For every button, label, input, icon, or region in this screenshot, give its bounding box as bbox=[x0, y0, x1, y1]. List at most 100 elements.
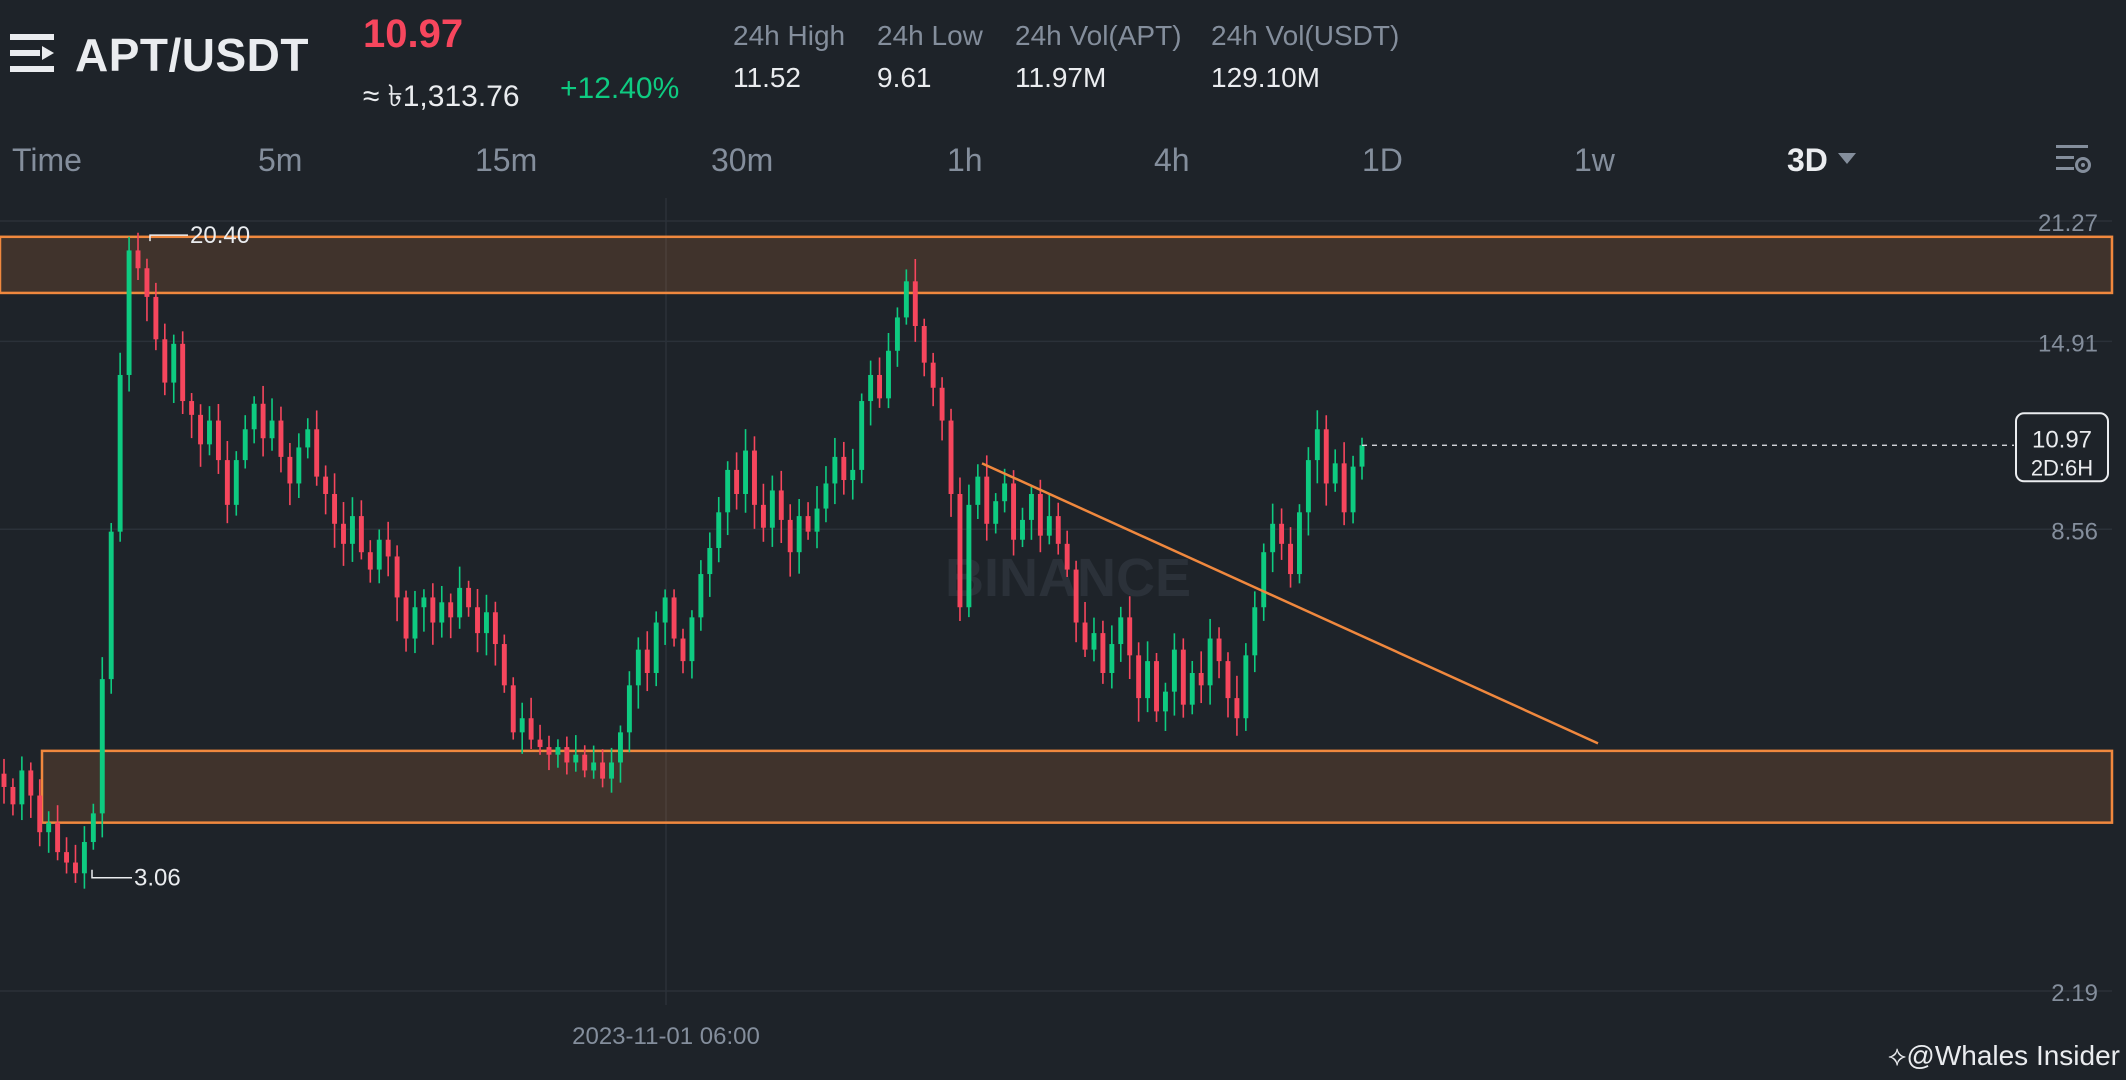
candle-body bbox=[528, 718, 534, 740]
candle-body bbox=[171, 343, 177, 383]
candle-body bbox=[671, 597, 677, 639]
candle-body bbox=[233, 460, 239, 505]
candle-body bbox=[626, 685, 632, 733]
candle-body bbox=[466, 587, 472, 608]
candle-body bbox=[966, 504, 972, 608]
candle-body bbox=[841, 456, 847, 481]
candle-body bbox=[510, 685, 516, 733]
candle-body bbox=[975, 476, 981, 505]
candle-body bbox=[1252, 607, 1258, 656]
candle-body bbox=[224, 460, 230, 505]
candlestick-chart[interactable]: BINANCE 21.2714.918.562.192023-11-01 06:… bbox=[0, 0, 2126, 1080]
candle-body bbox=[689, 617, 695, 662]
candle-body bbox=[1332, 463, 1338, 484]
candle-body bbox=[546, 747, 552, 755]
candle-body bbox=[1136, 655, 1142, 699]
candle-body bbox=[555, 747, 561, 755]
candle-body bbox=[886, 350, 891, 399]
low-marker-line bbox=[91, 869, 132, 879]
candle-body bbox=[1297, 512, 1302, 575]
candle-body bbox=[367, 552, 373, 570]
candle-body bbox=[832, 456, 838, 484]
candle-body bbox=[448, 602, 454, 618]
high-marker-label: 20.40 bbox=[190, 222, 250, 249]
candle-body bbox=[1279, 523, 1285, 544]
candle-body bbox=[198, 414, 204, 445]
zone-support bbox=[40, 749, 2114, 824]
candle-body bbox=[1180, 649, 1186, 705]
candle-body bbox=[519, 718, 525, 733]
candle-body bbox=[1359, 445, 1365, 467]
candle-body bbox=[457, 587, 463, 618]
price-tick-label: 14.91 bbox=[2038, 330, 2098, 357]
candle-body bbox=[64, 852, 69, 863]
candle-body bbox=[662, 597, 668, 623]
candle-body bbox=[635, 649, 641, 686]
candle-body bbox=[421, 597, 427, 608]
candle-body bbox=[591, 762, 597, 771]
candle-body bbox=[10, 786, 16, 805]
candle-body bbox=[537, 739, 543, 748]
candle-body bbox=[787, 519, 793, 553]
candle-body bbox=[903, 281, 909, 318]
candle-body bbox=[1064, 543, 1070, 570]
candle-body bbox=[492, 612, 498, 645]
price-tick-label: 21.27 bbox=[2038, 210, 2098, 237]
candle-body bbox=[1, 773, 7, 787]
candle-body bbox=[1109, 644, 1115, 674]
candle-body bbox=[930, 362, 936, 388]
candle-body bbox=[126, 250, 132, 375]
candle-body bbox=[1037, 493, 1043, 536]
candle-body bbox=[394, 556, 400, 598]
candle-body bbox=[894, 317, 900, 351]
candle-body bbox=[1323, 429, 1329, 484]
candle-body bbox=[1243, 655, 1249, 719]
candle-body bbox=[215, 420, 221, 461]
candle-body bbox=[850, 469, 856, 481]
candle-body bbox=[117, 374, 123, 532]
candle-body bbox=[412, 607, 418, 639]
candle-body bbox=[716, 512, 722, 548]
time-tick-label: 2023-11-01 06:00 bbox=[572, 1023, 760, 1050]
candle-body bbox=[984, 476, 990, 524]
candle-body bbox=[1011, 483, 1017, 540]
candle-body bbox=[439, 602, 445, 623]
candle-body bbox=[99, 679, 105, 814]
candle-body bbox=[19, 770, 25, 805]
candle-body bbox=[81, 842, 87, 874]
author-credit: ⟡@Whales Insider bbox=[1888, 1040, 2120, 1073]
candle-body bbox=[189, 401, 195, 415]
candle-body bbox=[921, 326, 927, 363]
candle-body bbox=[1270, 523, 1276, 553]
candle-body bbox=[403, 597, 409, 639]
candle-body bbox=[1207, 638, 1213, 686]
candle-body bbox=[332, 493, 338, 524]
candle-body bbox=[1198, 673, 1204, 686]
candle-body bbox=[153, 296, 159, 340]
candle-body bbox=[1100, 633, 1106, 674]
low-marker-label: 3.06 bbox=[134, 865, 181, 892]
candle-body bbox=[573, 754, 579, 763]
candle-body bbox=[1234, 698, 1240, 719]
candle-body bbox=[993, 501, 999, 524]
candle-body bbox=[385, 539, 391, 557]
candle-body bbox=[1171, 649, 1177, 692]
candle-countdown: 2D:6H bbox=[2031, 455, 2093, 480]
candle-body bbox=[707, 547, 713, 575]
candle-body bbox=[46, 822, 52, 833]
candle-body bbox=[483, 612, 489, 634]
candle-body bbox=[430, 597, 436, 623]
candle-body bbox=[939, 387, 945, 421]
candle-body bbox=[778, 490, 784, 520]
candle-body bbox=[287, 456, 293, 484]
candle-body bbox=[1225, 661, 1231, 699]
candle-body bbox=[1350, 466, 1356, 513]
candle-body bbox=[341, 523, 346, 544]
candle-body bbox=[251, 403, 257, 430]
candle-body bbox=[743, 450, 748, 494]
candle-body bbox=[1189, 673, 1195, 705]
candle-body bbox=[1020, 519, 1025, 540]
candle-body bbox=[305, 429, 311, 448]
credit-text: @Whales Insider bbox=[1906, 1040, 2120, 1071]
candle-body bbox=[868, 374, 874, 402]
